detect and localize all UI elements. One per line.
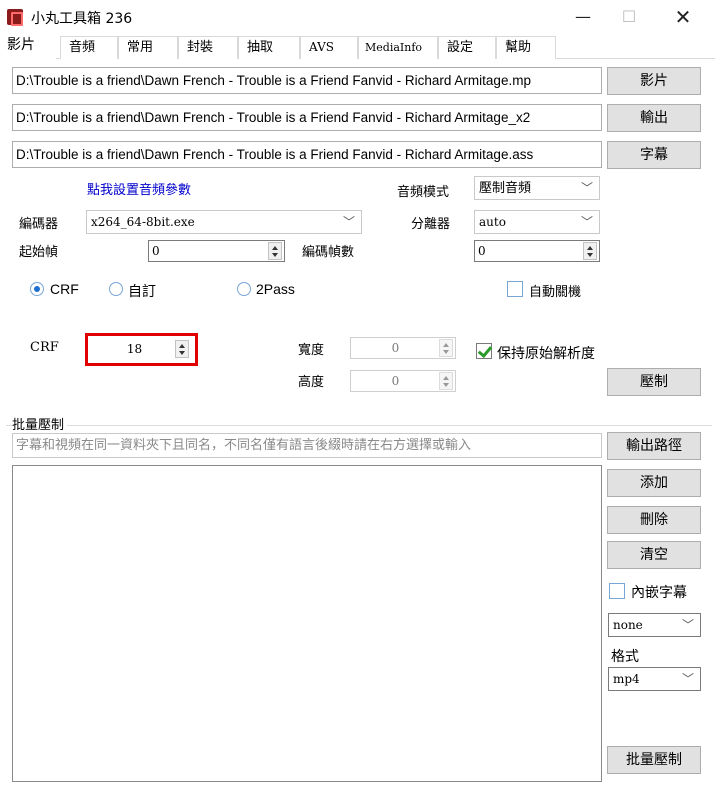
window-title: 小丸工具箱 236 (31, 11, 133, 27)
tab-mux[interactable]: 封裝 (178, 36, 238, 59)
start-frame-input[interactable]: 0 (148, 240, 285, 262)
batch-section-title: 批量壓制 (12, 414, 68, 433)
embed-subtitle-label[interactable]: 內嵌字幕 (631, 582, 687, 602)
start-frame-label: 起始幀 (19, 245, 59, 260)
minimize-button[interactable]: — (560, 0, 606, 34)
video-path-input[interactable]: D:\Trouble is a friend\Dawn French - Tro… (12, 67, 602, 94)
app-icon (7, 9, 23, 26)
start-frame-value: 0 (152, 244, 160, 258)
video-button[interactable]: 影片 (607, 67, 701, 95)
chevron-down-icon: ﹀ (580, 215, 593, 229)
height-label: 高度 (298, 375, 325, 390)
close-button[interactable]: ✕ (660, 0, 706, 34)
encode-button[interactable]: 壓制 (607, 368, 701, 396)
splitter-select[interactable]: auto ﹀ (474, 210, 600, 234)
tab-settings[interactable]: 設定 (438, 36, 496, 59)
encoder-select[interactable]: x264_64-8bit.exe ﹀ (86, 210, 362, 234)
audio-mode-label: 音頻模式 (397, 185, 450, 200)
crf-radio-label[interactable]: CRF (50, 281, 79, 297)
frame-count-value: 0 (478, 244, 486, 258)
height-value: 0 (391, 374, 400, 388)
subtitle-button[interactable]: 字幕 (607, 141, 701, 169)
audio-mode-value: 壓制音頻 (479, 181, 532, 196)
tab-video[interactable]: 影片 (0, 34, 56, 60)
audio-settings-link[interactable]: 點我設置音頻參數 (87, 179, 191, 198)
tab-common[interactable]: 常用 (118, 36, 178, 59)
tab-bar: 影片 音頻 常用 封裝 抽取 AVS MediaInfo 設定 幫助 (0, 34, 715, 60)
subtitle-language-select[interactable]: none ﹀ (608, 613, 701, 637)
maximize-button[interactable]: ☐ (606, 0, 652, 34)
splitter-label: 分離器 (411, 217, 451, 232)
audio-mode-select[interactable]: 壓制音頻 ﹀ (474, 176, 600, 200)
auto-shutdown-label[interactable]: 自動關機 (529, 281, 581, 300)
chevron-down-icon: ﹀ (681, 672, 694, 686)
width-label: 寬度 (298, 343, 325, 358)
spin-arrows-icon[interactable] (175, 340, 189, 358)
height-input[interactable]: 0 (350, 370, 456, 392)
spin-arrows-icon[interactable] (439, 372, 453, 390)
frame-count-input[interactable]: 0 (474, 240, 600, 262)
format-value: mp4 (613, 672, 640, 686)
tab-audio[interactable]: 音頻 (60, 36, 118, 59)
twopass-radio[interactable] (237, 282, 251, 296)
spin-arrows-icon[interactable] (439, 339, 453, 357)
custom-radio-label[interactable]: 自訂 (128, 281, 156, 301)
tab-mediainfo[interactable]: MediaInfo (358, 36, 438, 59)
delete-button[interactable]: 刪除 (607, 506, 701, 534)
frame-count-label: 編碼幀數 (302, 245, 355, 260)
keep-resolution-label[interactable]: 保持原始解析度 (497, 343, 595, 363)
keep-resolution-checkbox[interactable] (476, 343, 492, 359)
format-label: 格式 (611, 649, 639, 665)
spin-arrows-icon[interactable] (268, 242, 282, 260)
batch-divider (6, 425, 712, 426)
splitter-value: auto (479, 215, 506, 229)
batch-file-list[interactable] (12, 465, 602, 782)
crf-label: CRF (30, 340, 59, 355)
embed-subtitle-checkbox[interactable] (609, 583, 625, 599)
width-value: 0 (391, 341, 400, 355)
batch-encode-button[interactable]: 批量壓制 (607, 746, 701, 774)
output-button[interactable]: 輸出 (607, 104, 701, 132)
chevron-down-icon: ﹀ (580, 181, 593, 195)
chevron-down-icon: ﹀ (681, 618, 694, 632)
crf-input[interactable]: 18 (92, 338, 192, 360)
encoder-label: 編碼器 (19, 217, 59, 232)
crf-value: 18 (126, 342, 143, 356)
output-path-button[interactable]: 輸出路徑 (607, 432, 701, 460)
add-button[interactable]: 添加 (607, 469, 701, 497)
custom-radio[interactable] (109, 282, 123, 296)
output-path-input[interactable]: D:\Trouble is a friend\Dawn French - Tro… (12, 104, 602, 131)
tab-avs[interactable]: AVS (300, 36, 358, 59)
chevron-down-icon: ﹀ (342, 215, 355, 229)
clear-button[interactable]: 清空 (607, 541, 701, 569)
crf-radio[interactable] (30, 282, 44, 296)
spin-arrows-icon[interactable] (583, 242, 597, 260)
subtitle-path-input[interactable]: D:\Trouble is a friend\Dawn French - Tro… (12, 141, 602, 168)
twopass-radio-label[interactable]: 2Pass (256, 281, 295, 297)
width-input[interactable]: 0 (350, 337, 456, 359)
batch-suffix-input[interactable]: 字幕和視頻在同一資料夾下且同名，不同名僅有語言後綴時請在右方選擇或輸入 (12, 433, 602, 458)
tab-help[interactable]: 幫助 (496, 36, 556, 59)
title-bar: 小丸工具箱 236 — ☐ ✕ (0, 0, 715, 34)
auto-shutdown-checkbox[interactable] (507, 281, 523, 297)
tab-extract[interactable]: 抽取 (238, 36, 300, 59)
subtitle-language-value: none (613, 618, 643, 632)
format-select[interactable]: mp4 ﹀ (608, 667, 701, 691)
encoder-value: x264_64-8bit.exe (91, 215, 195, 229)
